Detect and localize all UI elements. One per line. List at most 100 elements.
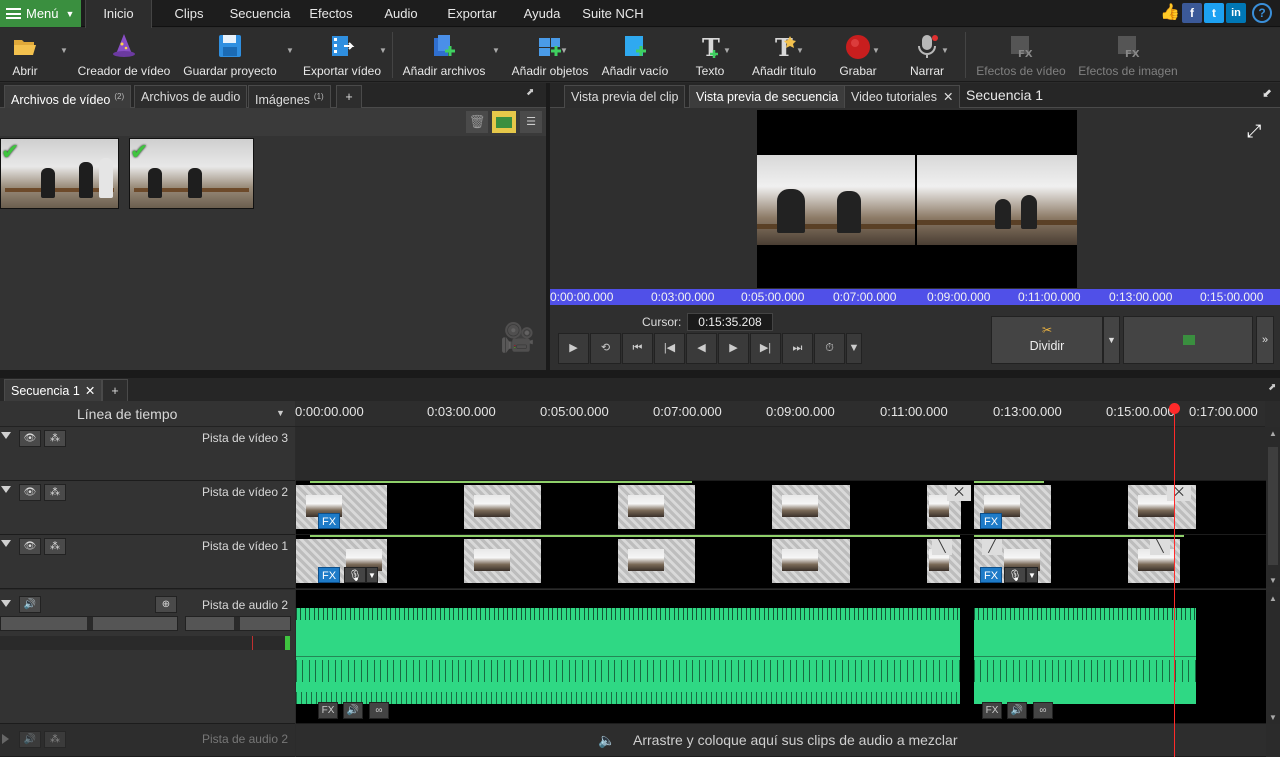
eye-icon[interactable]: 👁 [19,484,41,501]
cursor-time-field[interactable]: 0:15:35.208 [687,313,773,331]
audio-fx-button[interactable]: FX [318,702,338,719]
collapse-icon[interactable] [1,486,11,493]
group-icon[interactable]: ⁂ [44,484,66,501]
facebook-icon[interactable]: f [1182,3,1202,23]
next-clip-button[interactable]: ▶| [750,333,781,364]
group-icon[interactable]: ⁂ [44,538,66,555]
video-clip[interactable]: FX 🎙 ▼ [296,539,387,583]
image-effects-button[interactable]: FX Efectos de imagen [1074,28,1182,82]
video-clip[interactable]: FX [974,485,1051,529]
preview-time-ruler[interactable]: 0:00:00.000 0:03:00.000 0:05:00.000 0:07… [550,289,1280,305]
video-clip[interactable] [772,539,850,583]
group-icon[interactable]: ⁂ [44,731,66,748]
audio-waveform[interactable] [974,608,1196,704]
playhead-handle[interactable] [1169,403,1180,414]
speaker-icon[interactable]: 🔊 [1007,702,1027,719]
media-thumbnail[interactable]: ✔ [129,138,254,209]
menu-tab-ayuda[interactable]: Ayuda [516,0,568,27]
close-icon[interactable]: ✕ [943,90,953,104]
export-video-button[interactable]: ▼ Exportar vídeo [298,28,387,82]
add-objects-button[interactable]: ▼ Añadir objetos [506,28,594,82]
help-icon[interactable]: ? [1252,3,1272,23]
timeline-scrollbar[interactable]: ▲ ▼ [1266,427,1280,587]
video-clip[interactable] [772,485,850,529]
link-icon[interactable]: ∞ [1033,702,1053,719]
fade-out-icon[interactable]: ╲ [932,539,952,555]
go-to-start-button[interactable]: ⏮ [622,333,653,364]
loop-button[interactable]: ⟲ [590,333,621,364]
speaker-icon[interactable]: 🔊 [343,702,363,719]
list-view-icon[interactable]: ☰ [520,111,542,133]
audio-dropdown[interactable]: ▼ [1026,567,1038,583]
main-menu-button[interactable]: Menú ▼ [0,0,81,27]
speed-button[interactable]: ⏱ [814,333,845,364]
add-sequence-button[interactable]: + [102,379,128,402]
audio-scrollbar[interactable]: ▲ ▼ [1266,592,1280,724]
audio-waveform[interactable] [296,608,960,704]
group-icon[interactable]: ⁂ [44,430,66,447]
track-video-3[interactable] [296,427,1266,481]
microphone-icon[interactable]: 🎙 [1004,567,1026,583]
add-blank-button[interactable]: Añadir vacío [598,28,672,82]
volume-slider[interactable] [0,616,178,631]
tab-clip-preview[interactable]: Vista previa del clip [564,85,686,108]
collapse-icon[interactable] [1,540,11,547]
track-audio-2[interactable]: FX 🔊 ∞ FX 🔊 ∞ [296,590,1266,724]
tab-video-files[interactable]: Archivos de vídeo (2) [4,85,132,108]
transition-icon[interactable]: ⨉ [1167,485,1191,501]
more-controls-dropdown[interactable]: ▼ [846,333,862,364]
split-button[interactable]: ✂ Dividir [991,316,1103,364]
menu-tab-inicio[interactable]: Inicio [85,0,152,28]
track-video-2[interactable]: FX ⨉ FX ⨉ [296,481,1266,535]
timeline-ruler[interactable]: 0:00:00.000 0:03:00.000 0:05:00.000 0:07… [295,401,1265,427]
video-preview[interactable] [757,110,1077,288]
new-folder-icon[interactable] [492,111,516,133]
audio-fx-button[interactable]: FX [982,702,1002,719]
fx-badge[interactable]: FX [318,567,340,583]
fx-badge[interactable]: FX [318,513,340,529]
video-effects-button[interactable]: FX Efectos de vídeo [972,28,1070,82]
expand-icon[interactable] [2,734,9,744]
previous-frame-button[interactable]: ◀ [686,333,717,364]
narrate-button[interactable]: ▼ Narrar [900,28,954,82]
link-icon[interactable]: ∞ [369,702,389,719]
audio-drop-zone[interactable]: 🔈 Arrastre y coloque aquí sus clips de a… [296,724,1266,757]
collapse-icon[interactable] [1,432,11,439]
undock-icon[interactable]: ⬋ [1262,86,1272,100]
video-clip[interactable] [464,539,541,583]
speaker-icon[interactable]: 🔊 [19,731,41,748]
fx-badge[interactable]: FX [980,513,1002,529]
next-frame-button[interactable]: ▶ [718,333,749,364]
tab-images[interactable]: Imágenes (1) [248,85,331,108]
tab-sequence-preview[interactable]: Vista previa de secuencia [689,85,846,108]
eye-icon[interactable]: 👁 [19,430,41,447]
timeline-dropdown[interactable]: ▼ [276,408,285,418]
add-tab-button[interactable]: + [336,85,362,108]
track-video-1[interactable]: FX 🎙 ▼ ╲ FX 🎙 ▼ ╱ ╲ [296,535,1266,589]
zoom-icon[interactable]: ⊕ [155,596,177,613]
video-clip[interactable] [464,485,541,529]
eye-icon[interactable]: 👁 [19,538,41,555]
tab-video-tutorials[interactable]: Video tutoriales ✕ [844,85,961,108]
undock-icon[interactable]: ⬈ [526,87,534,98]
add-title-button[interactable]: T ▼ Añadir título [746,28,822,82]
media-thumbnail[interactable]: ✔ [0,138,119,209]
video-creator-button[interactable]: Creador de vídeo [75,28,173,82]
save-project-button[interactable]: ▼ Guardar proyecto [180,28,294,82]
menu-tab-efectos[interactable]: Efectos [304,0,358,27]
linkedin-icon[interactable]: in [1226,3,1246,23]
like-icon[interactable]: 👍 [1160,3,1180,23]
play-button[interactable]: ▶ [558,333,589,364]
pan-slider[interactable] [185,616,291,631]
playhead[interactable] [1174,403,1175,757]
twitter-icon[interactable]: t [1204,3,1224,23]
fade-in-icon[interactable]: ╱ [982,539,1002,555]
fullscreen-icon[interactable]: ⤢ [1247,121,1261,142]
video-clip[interactable]: FX [296,485,387,529]
menu-tab-suite-nch[interactable]: Suite NCH [580,0,646,27]
tab-audio-files[interactable]: Archivos de audio [134,85,248,108]
video-clip[interactable] [618,485,695,529]
transition-icon[interactable]: ⨉ [947,485,971,501]
vr-360-button[interactable] [1123,316,1253,364]
tab-sequence-1[interactable]: Secuencia 1 ✕ [4,379,103,402]
